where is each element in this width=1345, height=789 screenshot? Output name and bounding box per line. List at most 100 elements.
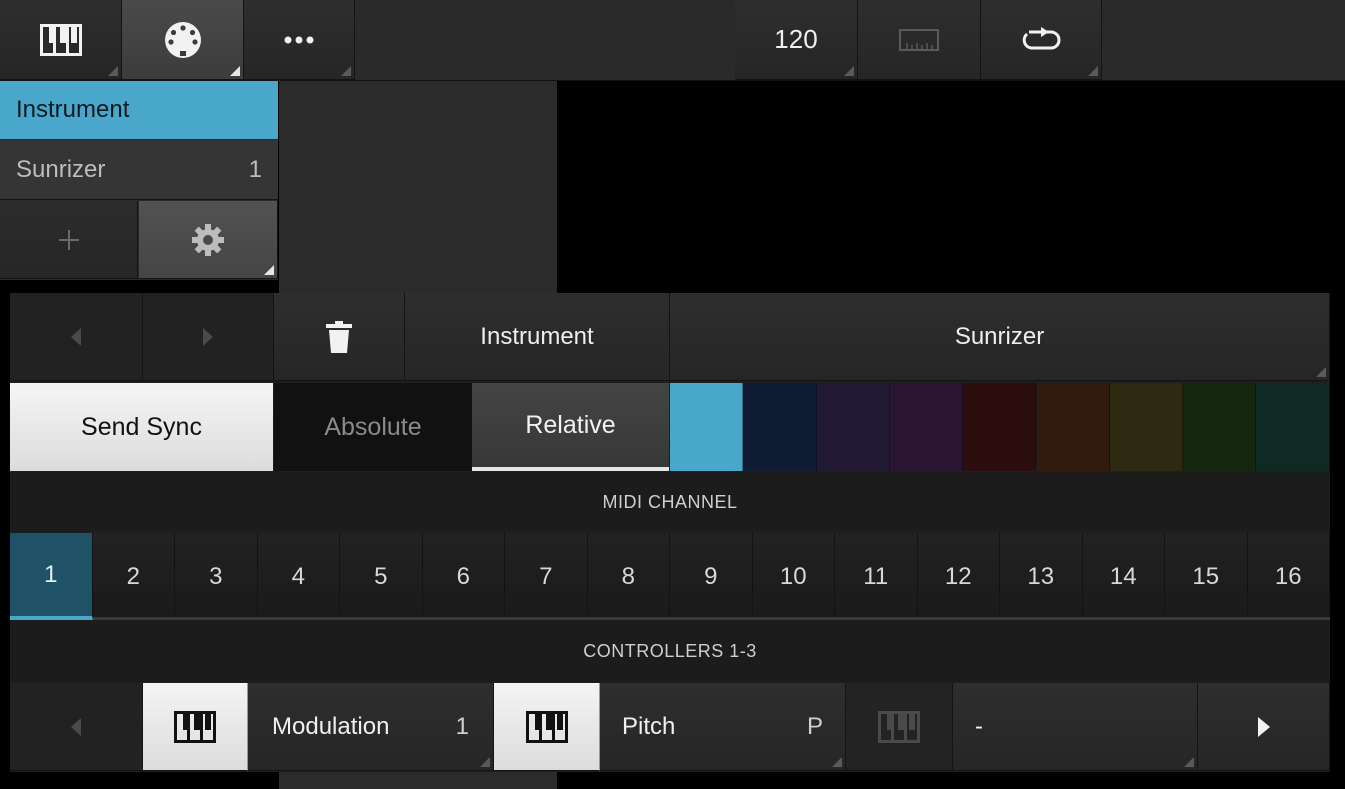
arrow-left-icon bbox=[71, 717, 81, 736]
midi-channel-label: 1 bbox=[44, 560, 58, 588]
track-group-label: Instrument bbox=[16, 96, 130, 123]
midi-channel-13[interactable]: 13 bbox=[1000, 533, 1083, 620]
midi-channel-label: 2 bbox=[126, 562, 140, 590]
midi-channel-16[interactable]: 16 bbox=[1247, 533, 1330, 620]
midi-channel-10[interactable]: 10 bbox=[752, 533, 835, 620]
color-swatch-9[interactable] bbox=[1256, 383, 1330, 471]
color-swatch-3[interactable] bbox=[816, 383, 890, 471]
controller-2-button[interactable]: Pitch P bbox=[600, 683, 846, 771]
midi-channel-6[interactable]: 6 bbox=[422, 533, 505, 620]
midi-channel-label: 6 bbox=[456, 562, 470, 590]
midi-channel-label: 5 bbox=[374, 562, 388, 590]
color-swatch-8[interactable] bbox=[1183, 383, 1257, 471]
mode-absolute-label: Absolute bbox=[324, 412, 422, 441]
midi-channel-label: 9 bbox=[704, 562, 718, 590]
color-swatch-5[interactable] bbox=[963, 383, 1037, 471]
color-swatch-4[interactable] bbox=[889, 383, 964, 471]
metronome-button[interactable] bbox=[858, 0, 981, 80]
midi-channel-label: 3 bbox=[209, 562, 223, 590]
tempo-button[interactable]: 120 bbox=[735, 0, 858, 80]
mode-relative-label: Relative bbox=[525, 410, 616, 439]
color-swatch-2[interactable] bbox=[743, 383, 817, 471]
midi-channel-2[interactable]: 2 bbox=[92, 533, 175, 620]
midi-channel-11[interactable]: 11 bbox=[835, 533, 918, 620]
midi-view-button[interactable] bbox=[122, 0, 244, 80]
midi-channel-15[interactable]: 15 bbox=[1165, 533, 1248, 620]
midi-channel-label: 16 bbox=[1274, 562, 1302, 590]
piano-keys-icon bbox=[878, 710, 920, 743]
track-settings-button[interactable] bbox=[139, 201, 278, 279]
trash-icon bbox=[326, 320, 352, 353]
midi-channel-label: 8 bbox=[621, 562, 635, 590]
track-name: Sunrizer bbox=[16, 155, 106, 183]
midi-channel-12[interactable]: 12 bbox=[917, 533, 1000, 620]
controller-2-keyboard-toggle[interactable] bbox=[494, 683, 600, 771]
track-channel: 1 bbox=[248, 155, 262, 183]
more-options-button[interactable] bbox=[244, 0, 355, 80]
mode-relative-button[interactable]: Relative bbox=[472, 383, 669, 471]
midi-channel-14[interactable]: 14 bbox=[1082, 533, 1165, 620]
track-type-button[interactable]: Instrument bbox=[405, 293, 670, 381]
midi-channel-5[interactable]: 5 bbox=[340, 533, 423, 620]
midi-channel-label: 13 bbox=[1027, 562, 1055, 590]
midi-channel-7[interactable]: 7 bbox=[505, 533, 588, 620]
midi-channel-4[interactable]: 4 bbox=[257, 533, 340, 620]
track-name-label: Sunrizer bbox=[954, 322, 1045, 350]
piano-keys-icon bbox=[525, 710, 568, 743]
send-sync-label: Send Sync bbox=[81, 412, 202, 441]
controller-1-name: Modulation bbox=[272, 712, 390, 740]
color-swatch-1[interactable] bbox=[670, 383, 744, 471]
controllers-title-text: CONTROLLERS 1-3 bbox=[583, 641, 757, 661]
midi-channel-label: 11 bbox=[863, 562, 889, 590]
piano-keys-icon bbox=[174, 710, 216, 743]
controller-3-button[interactable]: - bbox=[953, 683, 1198, 771]
controller-1-value: 1 bbox=[455, 712, 469, 740]
arrow-right-icon bbox=[203, 327, 213, 346]
loop-button[interactable] bbox=[981, 0, 1102, 80]
midi-channel-9[interactable]: 9 bbox=[670, 533, 753, 620]
piano-keys-icon bbox=[39, 23, 82, 56]
keyboard-view-button[interactable] bbox=[0, 0, 122, 80]
color-swatch-7[interactable] bbox=[1109, 383, 1184, 471]
more-dots-icon bbox=[283, 35, 315, 45]
midi-channel-label: 4 bbox=[291, 562, 305, 590]
controller-1-keyboard-toggle[interactable] bbox=[143, 683, 248, 771]
arrow-right-icon bbox=[1257, 716, 1270, 737]
controllers-next-button[interactable] bbox=[1198, 683, 1330, 771]
controller-3-keyboard-toggle[interactable] bbox=[846, 683, 953, 771]
add-track-button[interactable] bbox=[0, 201, 138, 279]
controller-3-name: - bbox=[975, 712, 983, 740]
send-sync-toggle[interactable]: Send Sync bbox=[10, 383, 273, 471]
controller-2-value: P bbox=[806, 712, 823, 740]
track-type-label: Instrument bbox=[480, 322, 594, 350]
midi-channel-label: 15 bbox=[1192, 562, 1220, 590]
gear-icon bbox=[191, 223, 225, 257]
previous-track-button[interactable] bbox=[10, 293, 143, 381]
midi-channel-title-text: MIDI CHANNEL bbox=[602, 491, 738, 512]
empty-area bbox=[279, 81, 557, 293]
midi-channel-3[interactable]: 3 bbox=[175, 533, 258, 620]
controllers-previous-button[interactable] bbox=[10, 683, 143, 771]
midi-channel-label: 14 bbox=[1109, 562, 1137, 590]
mode-absolute-button[interactable]: Absolute bbox=[274, 383, 472, 471]
midi-channel-label: 10 bbox=[779, 562, 807, 590]
midi-channel-label: 7 bbox=[539, 562, 553, 590]
controllers-title: CONTROLLERS 1-3 bbox=[10, 621, 1330, 682]
track-item-sunrizer[interactable]: Sunrizer 1 bbox=[0, 140, 278, 200]
loop-icon bbox=[1019, 26, 1063, 53]
track-group-header[interactable]: Instrument bbox=[0, 81, 278, 139]
empty-area-bottom bbox=[279, 772, 557, 789]
track-name-button[interactable]: Sunrizer bbox=[670, 293, 1330, 381]
tempo-value: 120 bbox=[774, 24, 818, 54]
color-swatch-6[interactable] bbox=[1036, 383, 1110, 471]
next-track-button[interactable] bbox=[143, 293, 274, 381]
delete-track-button[interactable] bbox=[274, 293, 405, 381]
controller-1-button[interactable]: Modulation 1 bbox=[248, 683, 494, 771]
controller-2-name: Pitch bbox=[622, 712, 676, 740]
arrow-left-icon bbox=[71, 327, 81, 346]
plus-icon bbox=[58, 229, 80, 251]
midi-channel-1[interactable]: 1 bbox=[10, 533, 93, 620]
ruler-metronome-icon bbox=[899, 28, 939, 51]
midi-channel-8[interactable]: 8 bbox=[587, 533, 670, 620]
midi-channel-title: MIDI CHANNEL bbox=[10, 472, 1330, 532]
